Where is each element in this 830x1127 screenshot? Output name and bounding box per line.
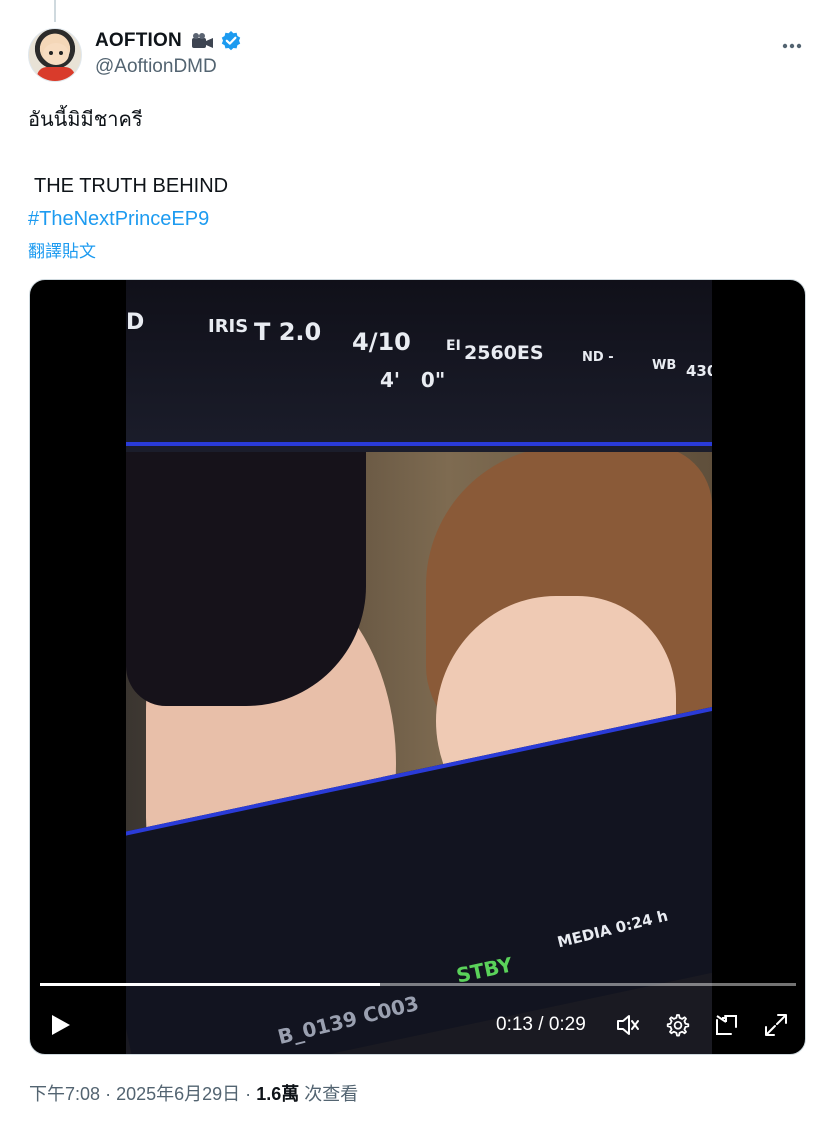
video-time: 0:13 / 0:29 [496, 1014, 586, 1035]
author-names: AOFTION @AoftionDMD [95, 28, 242, 78]
monitor-top-bar: D IRIS T 2.0 4/10 EI 2560ES ND - WB 430 … [126, 280, 712, 452]
video-controls: 0:13 / 0:29 [30, 1005, 805, 1045]
video-progress-bar[interactable] [40, 983, 796, 986]
osd-wb: WB [652, 358, 677, 373]
tweet-line-thai: อันนี้มิมีชาครี [28, 109, 143, 131]
avatar-eye-right [59, 51, 63, 55]
osd-ei-label: EI [446, 338, 461, 354]
gear-icon[interactable] [664, 1012, 690, 1038]
osd-left-mark: D [126, 310, 145, 335]
tweet-line-title: THE TRUTH BEHIND [34, 175, 229, 197]
osd-ei-value: 2560ES [464, 342, 544, 364]
avatar-face [43, 43, 69, 65]
osd-iris-label: IRIS [208, 316, 249, 337]
picture-in-picture-icon[interactable] [714, 1012, 740, 1038]
osd-fraction: 4/10 [352, 328, 411, 356]
more-icon[interactable] [780, 36, 804, 56]
tweet-header: AOFTION @AoftionDMD [28, 28, 808, 84]
tweet-meta: 下午7:08 · 2025年6月29日 · 1.6萬 次查看 [29, 1080, 358, 1106]
tweet-text: อันนี้มิมีชาครี THE TRUTH BEHIND #TheNex… [28, 104, 808, 236]
meta-separator-2: · [245, 1084, 252, 1104]
video-frame[interactable]: D IRIS T 2.0 4/10 EI 2560ES ND - WB 430 … [126, 280, 712, 1054]
video-player[interactable]: D IRIS T 2.0 4/10 EI 2560ES ND - WB 430 … [29, 279, 806, 1055]
meta-separator: · [105, 1084, 112, 1104]
scene-hair-left [126, 446, 366, 706]
volume-icon[interactable] [615, 1012, 641, 1038]
play-icon[interactable] [48, 1013, 72, 1037]
osd-wb-value: 430 [686, 362, 712, 380]
translate-post-link[interactable]: 翻譯貼文 [28, 237, 96, 262]
display-name-row: AOFTION [95, 28, 242, 54]
views-label: 次查看 [304, 1084, 359, 1104]
author-handle[interactable]: @AoftionDMD [95, 56, 242, 78]
avatar[interactable] [28, 28, 82, 82]
thread-connector-line [54, 0, 56, 22]
hashtag-link[interactable]: #TheNextPrinceEP9 [28, 203, 808, 236]
tweet-date[interactable]: 2025年6月29日 [116, 1084, 240, 1104]
video-progress-fill [40, 983, 381, 986]
verified-icon[interactable] [220, 30, 242, 52]
osd-iris-value: T 2.0 [254, 318, 322, 346]
monitor-frame-line-top [126, 442, 712, 446]
fullscreen-icon[interactable] [763, 1012, 789, 1038]
views-count: 1.6萬 [256, 1084, 300, 1104]
tweet-time[interactable]: 下午7:08 [29, 1084, 100, 1104]
avatar-eye-left [49, 51, 53, 55]
osd-nd: ND - [582, 350, 614, 365]
display-name[interactable]: AOFTION [95, 30, 182, 52]
avatar-shirt [37, 67, 75, 81]
movie-camera-icon [191, 33, 213, 48]
osd-distance: 4' 0" [380, 368, 446, 392]
